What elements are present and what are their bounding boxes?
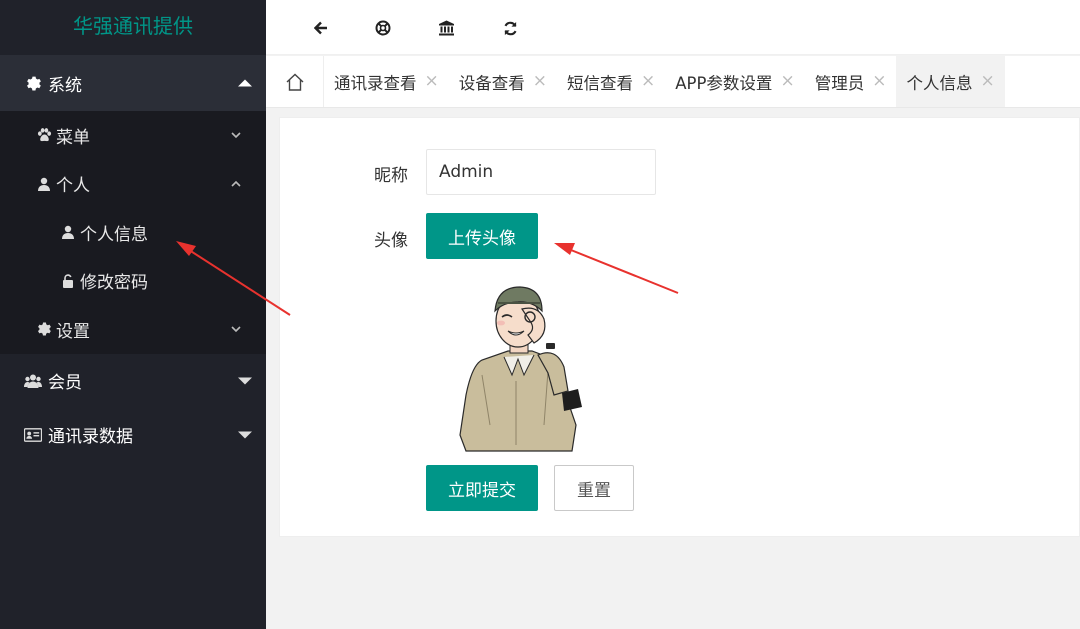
- close-icon[interactable]: ×: [533, 73, 547, 90]
- tab-bar: 通讯录查看 × 设备查看 × 短信查看 × APP参数设置 × 管理员 × 个人信息 ×: [266, 56, 1080, 108]
- caret-down-icon: [238, 431, 252, 438]
- sidebar-item-settings[interactable]: 设置: [0, 305, 266, 354]
- tab-label: 管理员: [814, 73, 865, 93]
- tab-sms-view[interactable]: 短信查看 ×: [557, 56, 665, 107]
- sidebar: 华强通讯提供 系统 菜单 个人 个人信息 修改密码 设置 会员 通讯录数据: [0, 0, 266, 629]
- caret-down-icon: [238, 377, 252, 384]
- system-submenu: 菜单 个人 个人信息 修改密码 设置: [0, 111, 266, 354]
- sidebar-item-label: 设置: [56, 321, 90, 342]
- tab-home[interactable]: [266, 56, 324, 107]
- sidebar-item-change-password[interactable]: 修改密码: [0, 257, 266, 306]
- sidebar-item-label: 个人: [56, 176, 90, 197]
- tab-label: 短信查看: [567, 73, 633, 93]
- arrow-left-icon[interactable]: [308, 15, 334, 41]
- nickname-label: 昵称: [374, 166, 408, 186]
- chevron-down-icon: [231, 132, 241, 139]
- gear-icon: [36, 322, 52, 336]
- sidebar-item-label: 修改密码: [80, 273, 148, 294]
- tab-label: APP参数设置: [675, 73, 773, 93]
- refresh-icon[interactable]: [497, 15, 523, 41]
- caret-up-icon: [238, 79, 252, 87]
- paw-icon: [36, 128, 52, 142]
- sidebar-item-label: 通讯录数据: [48, 427, 133, 447]
- profile-form-card: 昵称 头像 上传头像 立即提交 重置: [279, 117, 1080, 537]
- chevron-down-icon: [231, 326, 241, 333]
- gear-icon: [24, 76, 42, 91]
- close-icon[interactable]: ×: [872, 73, 886, 90]
- sidebar-item-personal[interactable]: 个人: [0, 160, 266, 209]
- user-icon: [60, 225, 76, 240]
- tab-label: 通讯录查看: [334, 73, 417, 93]
- lifebuoy-icon[interactable]: [370, 15, 396, 41]
- tab-admin[interactable]: 管理员 ×: [805, 56, 897, 107]
- chevron-up-icon: [231, 180, 241, 187]
- reset-button[interactable]: 重置: [554, 465, 634, 511]
- upload-avatar-button[interactable]: 上传头像: [426, 213, 538, 259]
- app-logo-title: 华强通讯提供: [73, 14, 193, 38]
- sidebar-item-label: 个人信息: [80, 224, 148, 245]
- close-icon[interactable]: ×: [425, 73, 439, 90]
- tab-personal-info[interactable]: 个人信息 ×: [896, 56, 1005, 107]
- unlock-icon: [60, 274, 76, 288]
- close-icon[interactable]: ×: [641, 73, 655, 90]
- sidebar-item-contacts-data[interactable]: 通讯录数据: [0, 408, 266, 462]
- users-icon: [24, 374, 42, 388]
- sidebar-item-label: 菜单: [56, 127, 90, 148]
- id-card-icon: [24, 427, 42, 442]
- tab-contacts-view[interactable]: 通讯录查看 ×: [324, 56, 449, 107]
- sidebar-item-label: 会员: [48, 373, 82, 393]
- sidebar-item-members[interactable]: 会员: [0, 354, 266, 408]
- home-icon: [286, 73, 303, 91]
- sidebar-item-system[interactable]: 系统: [0, 55, 266, 111]
- user-icon: [36, 177, 52, 191]
- tab-device-view[interactable]: 设备查看 ×: [449, 56, 557, 107]
- avatar-image: [459, 286, 582, 452]
- sidebar-item-menu[interactable]: 菜单: [0, 111, 266, 160]
- top-toolbar: [266, 0, 1080, 55]
- nickname-input[interactable]: [426, 149, 656, 195]
- avatar-label: 头像: [374, 231, 408, 251]
- close-icon[interactable]: ×: [980, 73, 994, 90]
- sidebar-item-label: 系统: [48, 75, 82, 96]
- tab-label: 设备查看: [458, 73, 525, 93]
- submit-button[interactable]: 立即提交: [426, 465, 538, 511]
- tab-label: 个人信息: [906, 73, 973, 93]
- sidebar-item-personal-info[interactable]: 个人信息: [0, 208, 266, 257]
- close-icon[interactable]: ×: [780, 73, 794, 90]
- bank-icon[interactable]: [433, 15, 459, 41]
- tab-app-params[interactable]: APP参数设置 ×: [665, 56, 804, 107]
